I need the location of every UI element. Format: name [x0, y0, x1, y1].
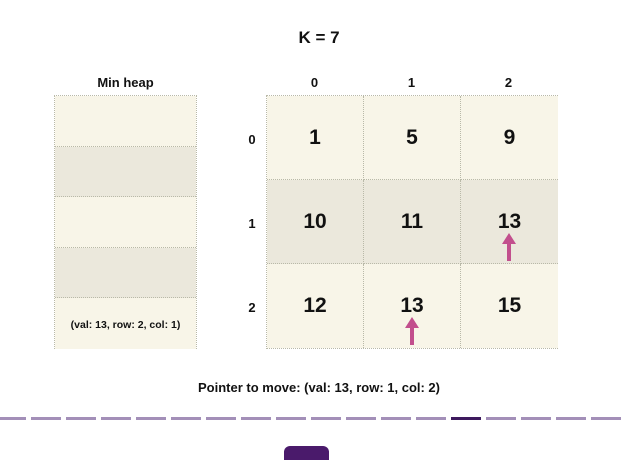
heap-slot — [55, 197, 196, 248]
heap-slot: (val: 13, row: 2, col: 1) — [55, 298, 196, 349]
progress-step[interactable] — [521, 417, 551, 420]
progress-step[interactable] — [276, 417, 306, 420]
column-label-0: 0 — [310, 75, 319, 90]
progress-step[interactable] — [346, 417, 376, 420]
row-label-0: 0 — [248, 132, 256, 147]
row-label-1: 1 — [248, 216, 256, 231]
progress-step[interactable] — [591, 417, 621, 420]
up-arrow-icon — [502, 233, 516, 261]
row-label-2: 2 — [248, 300, 256, 315]
heap-slot — [55, 146, 196, 198]
page-title: K = 7 — [298, 28, 340, 47]
step-progress-bar — [0, 417, 638, 420]
heap-slot — [55, 96, 196, 147]
pointer-to-move-text: Pointer to move: (val: 13, row: 1, col: … — [198, 380, 440, 395]
matrix-cell: 10 — [267, 180, 364, 264]
progress-step[interactable] — [31, 417, 61, 420]
next-step-button[interactable] — [284, 446, 329, 460]
progress-step[interactable] — [136, 417, 166, 420]
matrix-cell: 5 — [364, 96, 461, 180]
heap-slot — [55, 247, 196, 299]
matrix-cell: 9 — [461, 96, 558, 180]
progress-step[interactable] — [0, 417, 26, 420]
column-label-1: 1 — [407, 75, 416, 90]
heap-title: Min heap — [97, 75, 154, 90]
matrix-cell: 12 — [267, 264, 364, 348]
progress-step[interactable] — [66, 417, 96, 420]
progress-step[interactable] — [486, 417, 516, 420]
progress-step[interactable] — [241, 417, 271, 420]
progress-step[interactable] — [381, 417, 411, 420]
progress-step[interactable] — [101, 417, 131, 420]
column-label-2: 2 — [504, 75, 513, 90]
progress-step[interactable] — [311, 417, 341, 420]
progress-step[interactable] — [556, 417, 586, 420]
up-arrow-icon — [405, 317, 419, 345]
matrix-cell: 1 — [267, 96, 364, 180]
matrix-grid: 1 5 9 10 11 13 12 13 15 — [266, 95, 558, 349]
progress-step[interactable] — [416, 417, 446, 420]
progress-step[interactable] — [171, 417, 201, 420]
matrix-cell: 11 — [364, 180, 461, 264]
min-heap: (val: 13, row: 2, col: 1) — [54, 95, 197, 349]
matrix-cell: 15 — [461, 264, 558, 348]
progress-step-current[interactable] — [451, 417, 481, 420]
progress-step[interactable] — [206, 417, 236, 420]
heap-entry: (val: 13, row: 2, col: 1) — [70, 319, 181, 332]
